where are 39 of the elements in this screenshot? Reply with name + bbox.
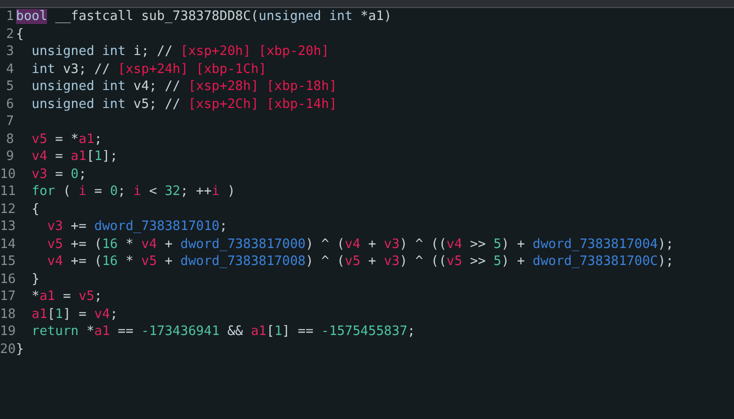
- code-line: {: [30, 200, 40, 218]
- line-number: 11: [0, 183, 14, 200]
- line-number: 13: [0, 218, 14, 236]
- line-number: 6: [5, 96, 14, 113]
- code-line: v3 = 0;: [30, 166, 86, 183]
- line-number: 7: [5, 113, 14, 130]
- line-number: 8: [5, 130, 14, 148]
- line-number: 9: [5, 148, 14, 166]
- code-line: for ( i = 0; i < 32; ++i ): [30, 183, 236, 200]
- code-line: bool __fastcall sub_738378DD8C(unsigned int *a1): [16, 8, 392, 26]
- code-line: a1[1] = v4;: [30, 306, 118, 323]
- line-number: 1: [5, 8, 14, 26]
- code-line: v5 += (16 * v4 + dword_7383817000) ^ (v4 + v3) ^ ((v4 >> 5) + dword_7383817004);: [46, 236, 674, 253]
- line-number: 12: [0, 200, 14, 218]
- line-number: 17: [0, 288, 14, 306]
- code-line: {: [16, 26, 24, 43]
- code-line: v3 += dword_7383817010;: [46, 218, 228, 236]
- code-line: v5 = *a1;: [30, 130, 102, 148]
- line-number: 20: [0, 340, 14, 358]
- code-line: v4 = a1[1];: [30, 148, 118, 166]
- line-number: 4: [5, 60, 14, 78]
- code-line: return *a1 == -173436941 && a1[1] == -1575455837;: [30, 323, 416, 340]
- code-line: unsigned int v5; // [xsp+2Ch] [xbp-14h]: [30, 96, 337, 113]
- line-number: 14: [0, 236, 14, 253]
- code-line: int v3; // [xsp+24h] [xbp-1Ch]: [30, 60, 266, 78]
- line-number: 19: [0, 323, 14, 340]
- code-line: v4 += (16 * v5 + dword_7383817008) ^ (v5 + v3) ^ ((v5 >> 5) + dword_738381700C);: [46, 253, 674, 270]
- code-line: *a1 = v5;: [30, 288, 102, 306]
- code-line: unsigned int v4; // [xsp+28h] [xbp-18h]: [30, 78, 337, 96]
- line-number: 16: [0, 270, 14, 288]
- code-line: }: [30, 270, 40, 288]
- line-number: 10: [0, 166, 14, 183]
- line-number: 2: [5, 26, 14, 43]
- line-number: 3: [5, 43, 14, 60]
- line-number: 5: [5, 78, 14, 96]
- code-line: }: [16, 340, 24, 358]
- line-number: 18: [0, 306, 14, 323]
- code-line: unsigned int i; // [xsp+20h] [xbp-20h]: [30, 43, 330, 60]
- line-number: 15: [0, 253, 14, 270]
